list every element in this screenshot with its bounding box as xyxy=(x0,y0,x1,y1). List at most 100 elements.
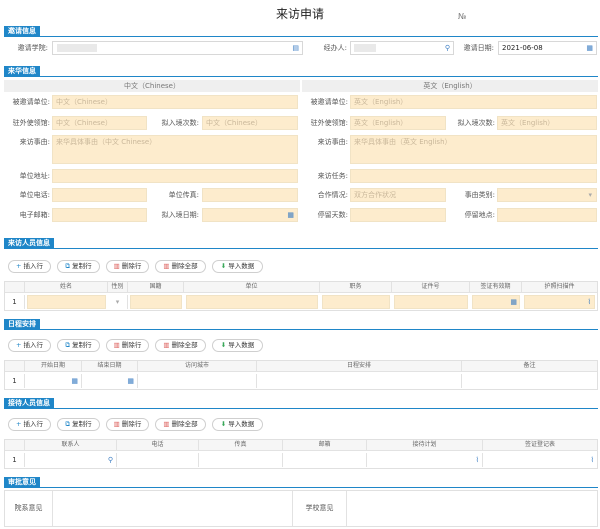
category-label: 事由类别: xyxy=(464,191,495,199)
header-position: 职务 xyxy=(320,282,392,292)
header-name: 姓名 xyxy=(25,282,108,292)
fax-cell[interactable] xyxy=(199,453,283,467)
header-contact: 联系人 xyxy=(25,440,117,450)
calendar-icon[interactable]: ▦ xyxy=(287,209,294,221)
delete-row-button[interactable]: ▥ 删除行 xyxy=(106,260,149,273)
remark-cell[interactable] xyxy=(462,374,597,388)
dept-opinion-field[interactable] xyxy=(53,491,293,526)
dept-opinion-label: 院系意见 xyxy=(5,491,53,526)
email-cell[interactable] xyxy=(283,453,367,467)
start-date-cell[interactable]: ▦ xyxy=(25,374,82,388)
embassy-en-field[interactable]: 英文（English） xyxy=(350,116,446,130)
end-date-cell[interactable]: ▦ xyxy=(82,374,138,388)
agent-field[interactable]: ⚲ xyxy=(350,41,454,55)
calendar-icon[interactable]: ▦ xyxy=(71,375,78,387)
agent-label: 经办人: xyxy=(323,44,347,52)
invite-date-field[interactable]: 2021-06-08 ▦ xyxy=(498,41,597,55)
category-select[interactable]: ▾ xyxy=(497,188,597,202)
entry-times-en-field[interactable]: 英文（English） xyxy=(497,116,597,130)
visa-form-cell[interactable]: ⌇ xyxy=(483,453,597,467)
insert-row-button[interactable]: + 插入行 xyxy=(8,339,51,352)
stay-place-field[interactable] xyxy=(497,208,597,222)
stay-days-label: 停留天数: xyxy=(317,211,348,219)
calendar-icon[interactable]: ▦ xyxy=(510,296,517,308)
copy-row-button[interactable]: ⧉ 复制行 xyxy=(57,418,100,431)
calendar-icon[interactable]: ▦ xyxy=(127,375,134,387)
persons-table: 姓名 性别 国籍 单位 职务 证件号 签证有效期 护照扫描件 1 ▾ ▦ ⌇ xyxy=(4,281,598,311)
stay-days-field[interactable] xyxy=(350,208,446,222)
fax-field[interactable] xyxy=(202,188,298,202)
gender-select[interactable]: ▾ xyxy=(108,295,128,309)
import-data-button[interactable]: ⬇ 导入数据 xyxy=(212,418,263,431)
city-cell[interactable] xyxy=(138,374,257,388)
import-data-button[interactable]: ⬇ 导入数据 xyxy=(212,260,263,273)
plus-icon: + xyxy=(16,341,22,349)
id-number-cell[interactable] xyxy=(394,295,468,309)
college-field[interactable]: ▤ xyxy=(52,41,303,55)
copy-row-label: 复制行 xyxy=(72,341,92,349)
header-fax: 传真 xyxy=(199,440,283,450)
copy-row-button[interactable]: ⧉ 复制行 xyxy=(57,339,100,352)
copy-row-button[interactable]: ⧉ 复制行 xyxy=(57,260,100,273)
school-opinion-field[interactable] xyxy=(347,491,597,526)
plus-icon: + xyxy=(16,262,22,270)
phone-field[interactable] xyxy=(52,188,147,202)
reason-cn-field[interactable]: 来华具体事由（中文 Chinese） xyxy=(52,135,298,164)
email-field[interactable] xyxy=(52,208,147,222)
address-field[interactable] xyxy=(52,169,298,183)
section-title-persons: 来访人员信息 xyxy=(4,238,54,249)
row-number-header xyxy=(5,282,25,292)
import-icon: ⬇ xyxy=(220,262,227,270)
visa-expiry-cell[interactable]: ▦ xyxy=(472,295,520,309)
delete-all-button[interactable]: ▥ 删除全部 xyxy=(155,418,206,431)
header-id-number: 证件号 xyxy=(392,282,470,292)
row-number: 1 xyxy=(5,453,25,467)
entry-times-cn-field[interactable]: 中文（Chinese） xyxy=(202,116,298,130)
reason-en-field[interactable]: 来华具体事由（英文 English） xyxy=(350,135,597,164)
coop-field[interactable]: 双方合作状况 xyxy=(350,188,446,202)
paperclip-icon[interactable]: ⌇ xyxy=(591,454,594,466)
schedule-cell[interactable] xyxy=(257,374,462,388)
row-number: 1 xyxy=(5,295,25,309)
header-phone: 电话 xyxy=(117,440,199,450)
row-number: 1 xyxy=(5,374,25,388)
person-icon[interactable]: ⚲ xyxy=(445,42,450,54)
contact-cell[interactable]: ⚲ xyxy=(25,453,117,467)
delete-all-button[interactable]: ▥ 删除全部 xyxy=(155,339,206,352)
header-plan: 接待计划 xyxy=(367,440,483,450)
paperclip-icon[interactable]: ⌇ xyxy=(476,454,479,466)
person-icon[interactable]: ⚲ xyxy=(108,454,113,466)
insert-row-button[interactable]: + 插入行 xyxy=(8,418,51,431)
task-label: 来访任务: xyxy=(317,172,348,180)
delete-row-button[interactable]: ▥ 删除行 xyxy=(106,339,149,352)
name-cell[interactable] xyxy=(27,295,106,309)
header-city: 访问城市 xyxy=(138,361,257,371)
phone-cell[interactable] xyxy=(117,453,199,467)
nationality-cell[interactable] xyxy=(130,295,182,309)
embassy-cn-field[interactable]: 中文（Chinese） xyxy=(52,116,147,130)
passport-scan-cell[interactable]: ⌇ xyxy=(524,295,595,309)
unit-cell[interactable] xyxy=(186,295,318,309)
header-gender: 性别 xyxy=(108,282,128,292)
row-number-header xyxy=(5,440,25,450)
insert-row-label: 插入行 xyxy=(23,420,43,428)
entry-times-label-en: 拟入境次数: xyxy=(457,119,495,127)
delete-row-button[interactable]: ▥ 删除行 xyxy=(106,418,149,431)
position-cell[interactable] xyxy=(322,295,390,309)
calendar-icon[interactable]: ▦ xyxy=(586,42,593,54)
unit-cn-field[interactable]: 中文（Chinese） xyxy=(52,95,298,109)
import-data-button[interactable]: ⬇ 导入数据 xyxy=(212,339,263,352)
school-opinion-label: 学校意见 xyxy=(293,491,347,526)
plan-cell[interactable]: ⌇ xyxy=(367,453,483,467)
chevron-down-icon[interactable]: ▾ xyxy=(588,189,592,201)
entry-date-field[interactable]: ▦ xyxy=(202,208,298,222)
invite-date-value: 2021-06-08 xyxy=(502,44,543,52)
task-field[interactable] xyxy=(350,169,597,183)
fax-label: 单位传真: xyxy=(168,191,199,199)
delete-row-label: 删除行 xyxy=(121,262,142,270)
unit-en-field[interactable]: 英文（English） xyxy=(350,95,597,109)
insert-row-button[interactable]: + 插入行 xyxy=(8,260,51,273)
paperclip-icon[interactable]: ⌇ xyxy=(588,296,591,308)
delete-all-button[interactable]: ▥ 删除全部 xyxy=(155,260,206,273)
list-icon[interactable]: ▤ xyxy=(292,42,299,54)
